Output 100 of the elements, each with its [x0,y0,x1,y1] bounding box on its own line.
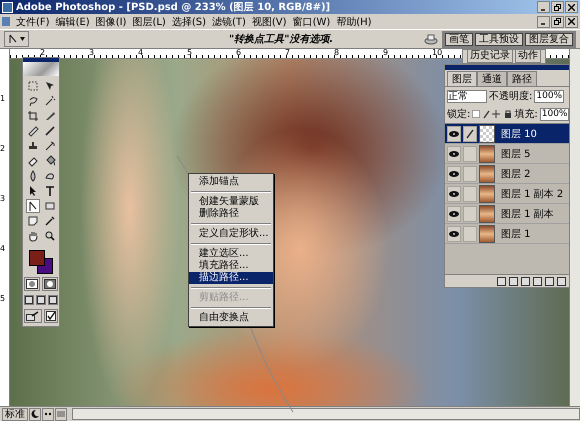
grip-icon[interactable] [55,408,67,420]
opacity-field[interactable]: 100% [534,90,564,102]
quick-mask-icon[interactable] [42,277,58,291]
moon-icon[interactable] [29,408,41,420]
menu-item[interactable]: 编辑(E) [56,14,90,28]
context-menu-item[interactable]: 自由变换点 [189,312,273,324]
visibility-eye-icon[interactable] [447,186,461,202]
layer-name: 图层 5 [501,148,531,160]
layer-thumbnail [479,224,495,242]
ruler-label: 2 [0,145,6,155]
ruler-label: 5 [0,295,6,305]
caret-icon [20,37,25,41]
restore-icon[interactable] [551,16,564,28]
ruler-label: 7 [285,49,290,58]
menu-item[interactable]: 视图(V) [252,14,287,28]
ruler-label: 6 [236,49,242,58]
bandage-tool-icon[interactable] [26,124,40,138]
lock-label: 锁定: [447,108,470,121]
marquee-tool-icon[interactable] [26,79,40,93]
palette-well-tab[interactable]: 图层复合 [525,32,573,46]
restore-icon[interactable] [551,1,564,13]
menu-item[interactable]: 图层(L) [132,14,166,28]
panel-tab[interactable]: 历史记录 [467,50,513,63]
dots-icon[interactable] [42,408,54,420]
context-menu-item[interactable]: 添加锚点 [189,176,273,188]
brush-tool-icon[interactable] [42,124,56,138]
visibility-eye-icon[interactable] [447,206,461,222]
ruler-label: 4 [0,245,6,255]
layer-thumbnail [479,184,495,202]
menu-item[interactable]: 滤镜(T) [212,14,246,28]
pen-icon [8,34,18,44]
layer-thumbnail [479,164,495,182]
jump-to-icon[interactable] [24,309,42,323]
layer-name: 图层 10 [501,128,537,140]
menu-item[interactable]: 窗口(W) [292,14,330,28]
zoom-tool-icon[interactable] [42,229,56,243]
visibility-eye-icon[interactable] [447,166,461,182]
layer-name: 图层 1 副本 [501,208,554,220]
minimize-icon[interactable] [537,16,550,28]
menu-item[interactable]: 文件(F) [16,14,50,28]
menu-item[interactable]: 选择(S) [172,14,206,28]
toolbox-title-bar [23,58,59,62]
visibility-eye-icon[interactable] [447,226,461,242]
link-brush-icon[interactable] [463,126,477,142]
ruler-label: 3 [0,195,6,205]
layer-name: 图层 1 [501,228,531,240]
layer-row[interactable]: 图层 1 副本 2 [445,184,569,204]
foreground-color-swatch[interactable] [29,250,45,266]
pen-tool-icon[interactable] [26,199,40,213]
ruler-label: 9 [383,49,388,58]
layer-row[interactable]: 图层 1 副本 [445,204,569,224]
note-tool-icon[interactable] [26,214,40,228]
layer-row[interactable]: 图层 10 [445,124,569,144]
context-menu-item[interactable]: 填充路径... [189,260,273,272]
visibility-eye-icon[interactable] [447,126,461,142]
ruler-label: 8 [334,49,340,58]
panel-tab[interactable]: 图层 [447,71,477,86]
quick-mask-mode-label: 标准 [2,408,28,420]
palette-well-tab[interactable]: 工具预设 [475,32,523,46]
context-menu-item[interactable]: 定义自定形状... [189,228,273,240]
layer-thumbnail [479,124,495,142]
palette-well-tab[interactable]: 画笔 [445,32,473,46]
ruler-label: 5 [187,49,192,58]
ruler-label: 10 [432,49,442,58]
fill-field[interactable]: 100% [540,108,570,120]
menu-item[interactable]: 图像(I) [96,14,126,28]
layer-thumbnail [479,204,495,222]
ruler-label: 2 [40,49,46,58]
vertical-scrollbar[interactable] [569,49,580,406]
crop-tool-icon[interactable] [26,109,40,123]
layer-row[interactable]: 图层 5 [445,144,569,164]
menu-item[interactable]: 帮助(H) [336,14,372,28]
ruler-label: 3 [89,49,94,58]
lock-options-icon[interactable] [472,109,512,119]
minimize-icon[interactable] [537,1,550,13]
context-menu-item[interactable]: 建立选区... [189,248,273,260]
checkmark-icon[interactable] [44,309,58,323]
panel-tab[interactable]: 通道 [477,71,507,86]
layer-thumbnail [479,144,495,162]
horizontal-scrollbar[interactable] [72,408,580,420]
tool-preset-picker[interactable] [4,31,29,47]
ruler-label: 4 [138,49,144,58]
context-menu-item[interactable]: 创建矢量蒙版 [189,196,273,208]
standard-mode-icon[interactable] [24,277,40,291]
fill-label: 填充: [514,108,538,121]
close-icon[interactable] [565,16,578,28]
layer-name: 图层 1 副本 2 [501,188,564,200]
context-menu-item[interactable]: 删除路径 [189,208,273,220]
panel-tab[interactable]: 动作 [515,50,541,63]
app-icon [2,2,13,12]
panel-tab[interactable]: 路径 [507,71,537,86]
close-icon[interactable] [565,1,578,13]
layer-name: 图层 2 [501,168,531,180]
context-menu-item[interactable]: 描边路径... [189,272,273,284]
layer-row[interactable]: 图层 1 [445,224,569,244]
blend-mode-dropdown[interactable]: 正常 [447,90,487,102]
layer-row[interactable]: 图层 2 [445,164,569,184]
palette-well-icon[interactable] [424,33,438,45]
ruler-label: 1 [0,95,6,105]
visibility-eye-icon[interactable] [447,146,461,162]
